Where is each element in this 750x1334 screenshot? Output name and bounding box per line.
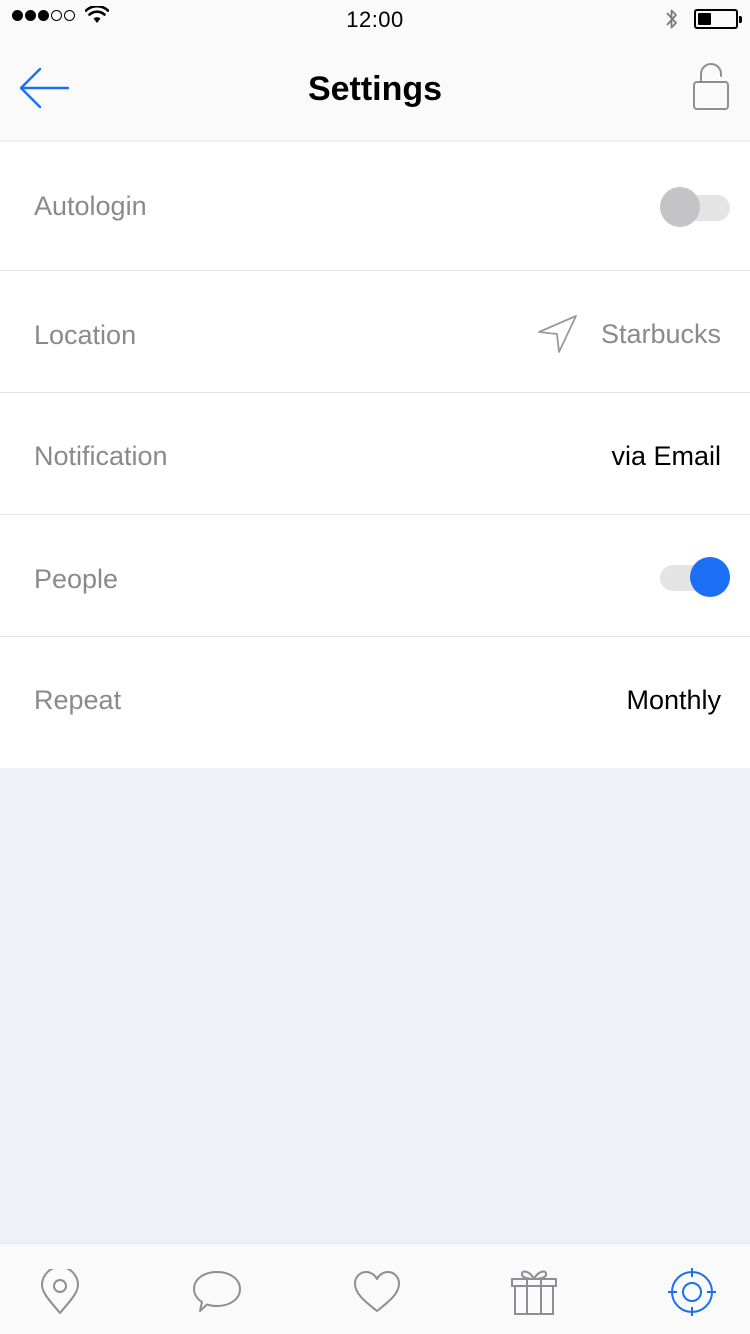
tab-map[interactable]: [32, 1264, 88, 1320]
settings-list: Autologin Location Starbucks Notificatio…: [0, 142, 750, 768]
people-toggle[interactable]: [660, 557, 730, 597]
target-icon: [668, 1268, 716, 1316]
tab-target[interactable]: [664, 1264, 720, 1320]
navigation-bar: Settings: [0, 40, 750, 140]
location-arrow-icon: [538, 315, 577, 353]
tab-favorites[interactable]: [349, 1264, 405, 1320]
gift-icon: [511, 1270, 557, 1315]
battery-cap: [739, 16, 742, 23]
repeat-value: Monthly: [626, 685, 721, 715]
toggle-knob: [660, 187, 700, 227]
notification-value: via Email: [611, 441, 721, 471]
heart-icon: [354, 1271, 400, 1312]
page-title: Settings: [307, 70, 443, 108]
row-label: Autologin: [34, 191, 147, 221]
row-label: People: [34, 564, 119, 594]
settings-row-location[interactable]: Location Starbucks: [0, 271, 750, 393]
battery-fill: [698, 13, 711, 25]
status-right: [664, 6, 742, 32]
status-bar: 12:00: [0, 0, 750, 40]
unlock-button[interactable]: [692, 62, 730, 112]
autologin-toggle[interactable]: [660, 187, 730, 227]
row-label: Location: [34, 320, 137, 350]
settings-row-autologin[interactable]: Autologin: [0, 142, 750, 271]
toggle-knob: [690, 557, 730, 597]
battery-icon: [694, 9, 742, 29]
row-label: Notification: [34, 441, 168, 471]
settings-screen: 12:00 Settings Autologin Location Starbu…: [0, 0, 750, 1334]
settings-row-notification[interactable]: Notification via Email: [0, 393, 750, 515]
settings-row-repeat[interactable]: Repeat Monthly: [0, 637, 750, 768]
tab-chat[interactable]: [189, 1264, 245, 1320]
chat-bubble-icon: [193, 1271, 241, 1312]
location-value: Starbucks: [600, 319, 721, 349]
settings-row-people[interactable]: People: [0, 515, 750, 637]
status-time: 12:00: [346, 7, 404, 32]
unlock-icon: [693, 63, 729, 110]
map-pin-icon: [41, 1269, 79, 1314]
row-label: Repeat: [34, 685, 122, 715]
tab-gifts[interactable]: [506, 1264, 562, 1320]
bluetooth-icon: [666, 9, 677, 29]
tab-bar: [0, 1243, 750, 1334]
